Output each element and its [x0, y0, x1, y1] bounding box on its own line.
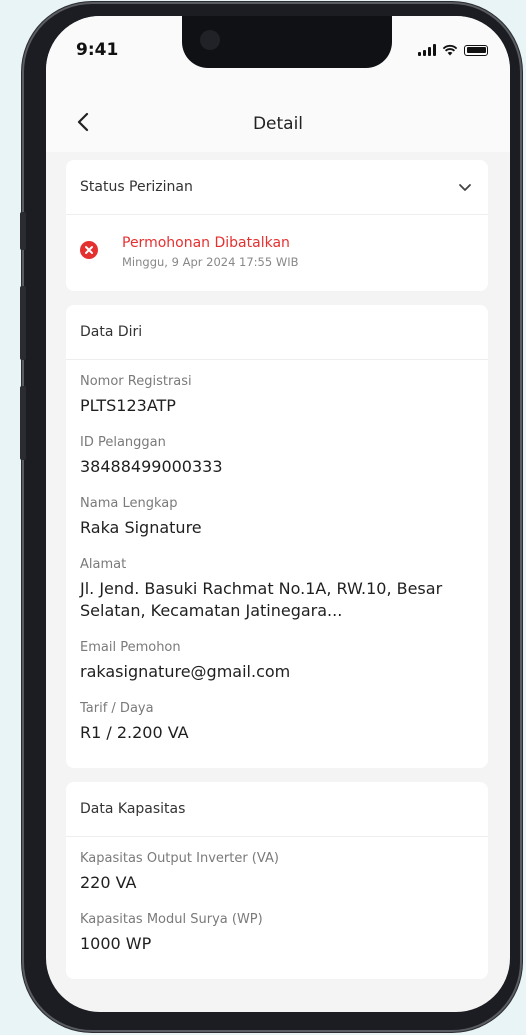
- chevron-left-icon[interactable]: [72, 110, 96, 134]
- detail-content: Status Perizinan Permohonan Dibatalkan M…: [66, 160, 488, 993]
- status-icons: [418, 44, 488, 56]
- status-label: Permohonan Dibatalkan: [122, 235, 290, 251]
- field-tariff-power: Tarif / Daya R1 / 2.200 VA: [80, 701, 474, 744]
- personal-data-title: Data Diri: [80, 324, 143, 340]
- field-label: ID Pelanggan: [80, 435, 166, 450]
- personal-data-header: Data Diri: [66, 305, 488, 360]
- page-title: Detail: [252, 114, 304, 134]
- status-time: 9:41: [76, 40, 119, 60]
- field-value: rakasignature@gmail.com: [80, 662, 291, 681]
- field-customer-id: ID Pelanggan 38488499000333: [80, 435, 474, 478]
- field-label: Tarif / Daya: [80, 701, 154, 716]
- field-inverter-capacity: Kapasitas Output Inverter (VA) 220 VA: [80, 851, 474, 894]
- field-label: Email Pemohon: [80, 640, 181, 655]
- field-label: Alamat: [80, 557, 127, 572]
- field-value: 220 VA: [80, 873, 137, 892]
- field-label: Kapasitas Modul Surya (WP): [80, 912, 263, 927]
- status-entry: Permohonan Dibatalkan Minggu, 9 Apr 2024…: [66, 215, 488, 291]
- nav-bar: Detail: [46, 96, 510, 152]
- field-value: Jl. Jend. Basuki Rachmat No.1A, RW.10, B…: [80, 579, 443, 620]
- field-registration-number: Nomor Registrasi PLTS123ATP: [80, 374, 474, 417]
- field-address: Alamat Jl. Jend. Basuki Rachmat No.1A, R…: [80, 557, 474, 622]
- status-card: Status Perizinan Permohonan Dibatalkan M…: [66, 160, 488, 291]
- capacity-title: Data Kapasitas: [80, 801, 186, 817]
- field-solar-module-capacity: Kapasitas Modul Surya (WP) 1000 WP: [80, 912, 474, 955]
- personal-data-card: Data Diri Nomor Registrasi PLTS123ATP ID…: [66, 305, 488, 768]
- field-value: PLTS123ATP: [80, 396, 176, 415]
- volume-down-button: [20, 386, 26, 460]
- mute-switch: [20, 212, 26, 250]
- personal-data-fields: Nomor Registrasi PLTS123ATP ID Pelanggan…: [66, 360, 488, 768]
- field-full-name: Nama Lengkap Raka Signature: [80, 496, 474, 539]
- volume-up-button: [20, 286, 26, 360]
- signal-icon: [418, 44, 436, 56]
- field-label: Nomor Registrasi: [80, 374, 192, 389]
- capacity-fields: Kapasitas Output Inverter (VA) 220 VA Ka…: [66, 837, 488, 979]
- error-x-circle-icon: [80, 241, 98, 259]
- field-value: R1 / 2.200 VA: [80, 723, 189, 742]
- front-camera: [200, 30, 220, 50]
- field-email: Email Pemohon rakasignature@gmail.com: [80, 640, 474, 683]
- field-value: 1000 WP: [80, 934, 152, 953]
- wifi-icon: [442, 44, 458, 56]
- field-label: Nama Lengkap: [80, 496, 178, 511]
- capacity-header: Data Kapasitas: [66, 782, 488, 837]
- notch: [182, 16, 392, 68]
- field-value: Raka Signature: [80, 518, 202, 537]
- field-value: 38488499000333: [80, 457, 223, 476]
- status-date: Minggu, 9 Apr 2024 17:55 WIB: [122, 255, 299, 269]
- field-label: Kapasitas Output Inverter (VA): [80, 851, 279, 866]
- phone-screen: 9:41 Detail Status Perizinan Permohonan …: [46, 16, 510, 1012]
- capacity-card: Data Kapasitas Kapasitas Output Inverter…: [66, 782, 488, 979]
- battery-icon: [464, 44, 488, 56]
- chevron-down-icon[interactable]: [456, 178, 474, 196]
- status-card-title: Status Perizinan: [80, 179, 193, 195]
- status-card-header[interactable]: Status Perizinan: [66, 160, 488, 215]
